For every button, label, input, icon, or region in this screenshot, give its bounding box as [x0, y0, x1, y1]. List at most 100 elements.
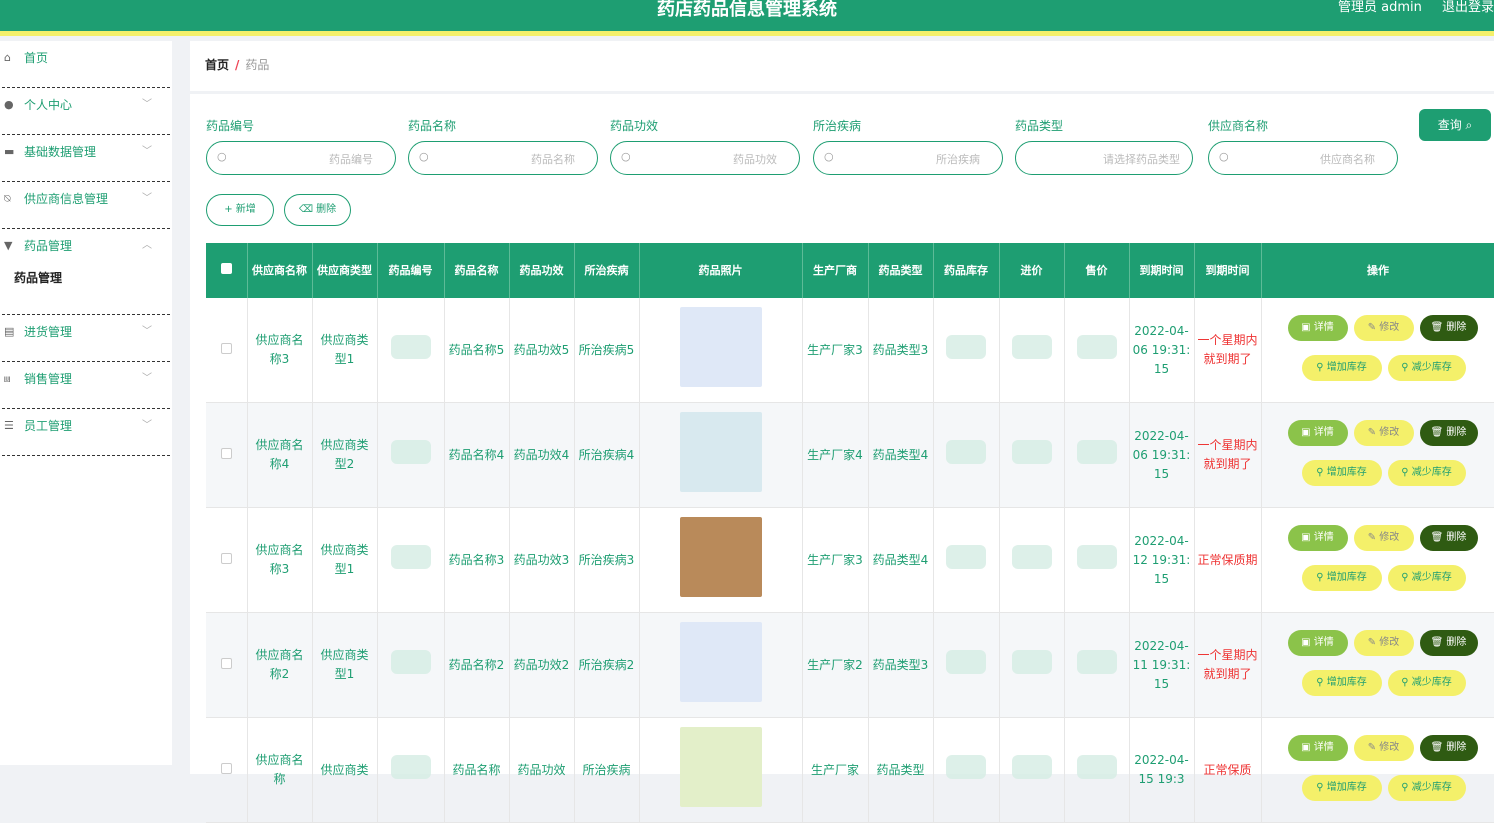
blurred-value: [1076, 440, 1117, 464]
col-header: 供应商名称: [247, 243, 313, 298]
drug-photo: [679, 622, 762, 702]
sidebar-item-label: 个人中心: [24, 98, 73, 112]
reduce-stock-button[interactable]: ⚲ 减少库存: [1387, 565, 1466, 591]
cell-disease: 所治疾病5: [574, 298, 640, 403]
col-header: 药品库存: [933, 243, 1000, 298]
filter-input-code[interactable]: ○ 药品编号: [206, 141, 396, 175]
sidebar-subitem-drug-manage[interactable]: 药品管理: [2, 269, 170, 315]
chevron-up-icon: ︿: [142, 240, 152, 251]
cell-drug-effect: 药品功效3: [509, 507, 575, 613]
filter-input-effect[interactable]: ○ 药品功效: [610, 141, 800, 175]
cell-cost: [999, 402, 1065, 508]
blurred-value: [390, 335, 431, 359]
reduce-stock-button[interactable]: ⚲ 减少库存: [1387, 460, 1466, 486]
cell-drug-type: 药品类型4: [868, 402, 934, 508]
filter-label-disease: 所治疾病: [813, 119, 862, 133]
row-checkbox[interactable]: [206, 717, 248, 823]
cell-supplier-type: 供应商类: [312, 717, 378, 823]
cell-drug-code: [377, 507, 445, 613]
blurred-value: [1076, 755, 1117, 779]
edit-button[interactable]: ✎ 修改: [1353, 735, 1414, 761]
filter-input-disease[interactable]: ○ 所治疾病: [813, 141, 1003, 175]
row-checkbox[interactable]: [206, 507, 248, 613]
drug-photo: [679, 307, 762, 387]
cell-price: [1064, 402, 1130, 508]
cell-disease: 所治疾病3: [574, 507, 640, 613]
sidebar-item-sales[interactable]: ⩏ 销售管理 ﹀: [2, 362, 170, 409]
document-icon: ▤: [4, 325, 15, 338]
col-header: 药品功效: [509, 243, 575, 298]
sidebar-item-drug[interactable]: ▼ 药品管理 ︿: [2, 229, 170, 269]
delete-button[interactable]: 🗑 删除: [1419, 525, 1478, 551]
add-button[interactable]: + 新增: [206, 194, 274, 226]
admin-label: 管理员 admin: [1337, 0, 1422, 15]
edit-button[interactable]: ✎ 修改: [1353, 315, 1414, 341]
cell-expire: 2022-04-11 19:31:15: [1129, 612, 1195, 718]
cell-photo: [639, 402, 803, 508]
sidebar-item-profile[interactable]: ● 个人中心 ﹀: [2, 88, 170, 135]
add-stock-button[interactable]: ⚲ 增加库存: [1301, 460, 1382, 486]
sidebar-item-purchase[interactable]: ▤ 进货管理 ﹀: [2, 315, 170, 362]
search-icon: ○: [419, 150, 429, 163]
detail-button[interactable]: ▣ 详情: [1287, 420, 1348, 446]
blurred-value: [1011, 335, 1052, 359]
reduce-stock-button[interactable]: ⚲ 减少库存: [1387, 355, 1466, 381]
edit-button[interactable]: ✎ 修改: [1353, 420, 1414, 446]
detail-button[interactable]: ▣ 详情: [1287, 735, 1348, 761]
add-stock-button[interactable]: ⚲ 增加库存: [1301, 355, 1382, 381]
cell-maker: 生产厂家: [802, 717, 869, 823]
filter-input-supplier[interactable]: ○ 供应商名称: [1208, 141, 1398, 175]
blurred-value: [390, 755, 431, 779]
filter-input-name[interactable]: ○ 药品名称: [408, 141, 598, 175]
breadcrumb: 首页 / 药品: [190, 41, 1494, 91]
add-stock-button[interactable]: ⚲ 增加库存: [1301, 670, 1382, 696]
cell-actions: ▣ 详情 ✎ 修改 🗑 删除 ⚲ 增加库存 ⚲ 减少库存: [1261, 612, 1494, 718]
detail-button[interactable]: ▣ 详情: [1287, 315, 1348, 341]
filter-select-type[interactable]: 请选择药品类型: [1015, 141, 1193, 175]
row-checkbox[interactable]: [206, 612, 248, 718]
delete-button[interactable]: 🗑 删除: [1419, 315, 1478, 341]
sidebar-item-supplier[interactable]: ⍉ 供应商信息管理 ﹀: [2, 182, 170, 229]
detail-button[interactable]: ▣ 详情: [1287, 525, 1348, 551]
table-row: 供应商名称4 供应商类型2 药品名称4 药品功效4 所治疾病4 生产厂家4 药品类型4 202…: [206, 402, 1494, 508]
cell-drug-effect: 药品功效5: [509, 298, 575, 403]
cell-drug-code: [377, 298, 445, 403]
delete-button[interactable]: 🗑 删除: [1419, 735, 1478, 761]
cell-expire: 2022-04-12 19:31:15: [1129, 507, 1195, 613]
logout-button[interactable]: 退出登录: [1442, 0, 1494, 15]
reduce-stock-button[interactable]: ⚲ 减少库存: [1387, 775, 1466, 801]
sidebar-item-label: 药品管理: [24, 239, 73, 253]
input-placeholder: 药品功效: [733, 153, 777, 166]
main-area: 首页 / 药品 药品编号 ○ 药品编号 药品名称 ○ 药品名称 药品功效 ○ 药品功效 所…: [190, 41, 1494, 823]
pill-icon: ▼: [4, 239, 13, 252]
reduce-stock-button[interactable]: ⚲ 减少库存: [1387, 670, 1466, 696]
breadcrumb-home[interactable]: 首页: [205, 58, 229, 72]
cell-drug-code: [377, 402, 445, 508]
detail-button[interactable]: ▣ 详情: [1287, 630, 1348, 656]
batch-delete-button[interactable]: ⌫ 删除: [284, 194, 351, 226]
sidebar-item-label: 基础数据管理: [24, 145, 97, 159]
row-checkbox[interactable]: [206, 298, 248, 403]
content-panel: 药品编号 ○ 药品编号 药品名称 ○ 药品名称 药品功效 ○ 药品功效 所治疾病 ○ 所…: [190, 94, 1494, 823]
row-checkbox[interactable]: [206, 402, 248, 508]
sidebar-item-label: 进货管理: [24, 325, 73, 339]
edit-button[interactable]: ✎ 修改: [1353, 525, 1414, 551]
delete-button[interactable]: 🗑 删除: [1419, 630, 1478, 656]
delete-button[interactable]: 🗑 删除: [1419, 420, 1478, 446]
select-all-checkbox[interactable]: [206, 243, 248, 298]
chevron-down-icon: ﹀: [142, 326, 152, 337]
edit-button[interactable]: ✎ 修改: [1353, 630, 1414, 656]
sidebar-item-label: 供应商信息管理: [24, 192, 109, 206]
query-button[interactable]: 查询 ⌕: [1419, 109, 1491, 141]
cell-maker: 生产厂家2: [802, 612, 869, 718]
cell-actions: ▣ 详情 ✎ 修改 🗑 删除 ⚲ 增加库存 ⚲ 减少库存: [1261, 298, 1494, 403]
sidebar-item-label: 药品管理: [14, 271, 63, 285]
add-stock-button[interactable]: ⚲ 增加库存: [1301, 565, 1382, 591]
add-stock-button[interactable]: ⚲ 增加库存: [1301, 775, 1382, 801]
cell-cost: [999, 507, 1065, 613]
cell-actions: ▣ 详情 ✎ 修改 🗑 删除 ⚲ 增加库存 ⚲ 减少库存: [1261, 402, 1494, 508]
cell-expire-status: 一个星期内就到期了: [1194, 402, 1262, 508]
sidebar-item-home[interactable]: ⌂ 首页: [2, 41, 170, 88]
sidebar-item-base-data[interactable]: ▬ 基础数据管理 ﹀: [2, 135, 170, 182]
sidebar-item-staff[interactable]: ☰ 员工管理 ﹀: [2, 409, 170, 456]
